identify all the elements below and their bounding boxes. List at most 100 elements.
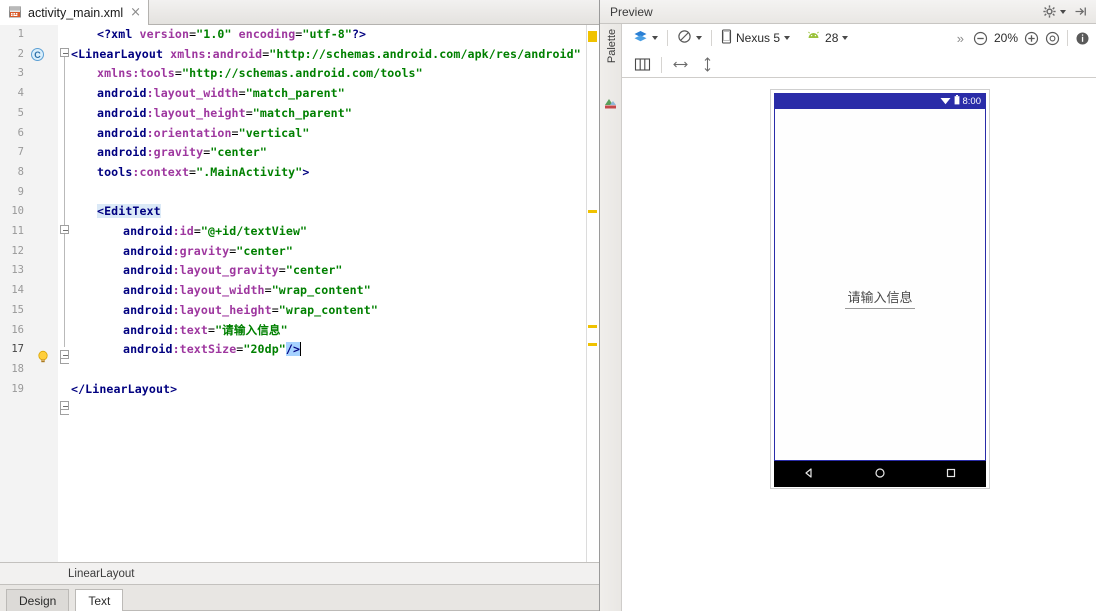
- val-android-namespace: "http://schemas.android.com/apk/res/andr…: [269, 46, 581, 61]
- val-mainactivity: ".MainActivity": [196, 164, 303, 179]
- nav-back-icon[interactable]: [802, 466, 816, 483]
- breadcrumb[interactable]: LinearLayout: [0, 562, 599, 584]
- file-tab-activity-main-xml[interactable]: activity_main.xml ×: [0, 0, 150, 26]
- attr-xmlns-android: xmlns:android: [170, 46, 263, 61]
- api-level-selector[interactable]: 28: [801, 27, 853, 49]
- ns-android: android: [97, 86, 147, 101]
- code-line-3: xmlns:tools="http://schemas.android.com/…: [97, 64, 599, 84]
- editor-annotation-gutter[interactable]: C: [28, 25, 58, 562]
- xml-decl-open: <?xml: [97, 27, 133, 41]
- fold-marker-linearlayout[interactable]: [60, 48, 69, 57]
- line-number: 13: [11, 264, 24, 277]
- attr-layout-height: :layout_height: [146, 105, 246, 120]
- code-line-8: tools:context=".MainActivity">: [97, 163, 599, 183]
- line-number: 4: [17, 87, 24, 100]
- fold-marker-linearlayout-end[interactable]: [60, 401, 69, 410]
- line-number: 15: [11, 303, 24, 316]
- height-button[interactable]: [695, 54, 720, 76]
- fold-region-line: [64, 57, 65, 347]
- device-nav-bar: [774, 461, 986, 487]
- tag-edittext: <EditText: [97, 204, 161, 219]
- mode-tabs-filler: [123, 589, 599, 611]
- code-line-12: android:gravity="center": [123, 242, 599, 262]
- code-line-5: android:layout_height="match_parent": [97, 104, 599, 124]
- code-line-7: android:gravity="center": [97, 143, 599, 163]
- intention-bulb-icon[interactable]: [36, 350, 50, 364]
- battery-icon: [954, 94, 960, 108]
- chevron-down-icon: [842, 36, 849, 40]
- marker-warning[interactable]: [588, 325, 597, 328]
- ns-android: android: [123, 224, 173, 238]
- val-center: "center": [285, 263, 343, 278]
- nav-home-icon[interactable]: [873, 466, 887, 483]
- attr-gravity: :gravity: [146, 145, 204, 160]
- layers-button[interactable]: [628, 27, 663, 49]
- val-tools-namespace: "http://schemas.android.com/tools": [181, 66, 423, 81]
- device-selector[interactable]: Nexus 5: [716, 27, 795, 49]
- orientation-button[interactable]: [672, 27, 707, 49]
- marker-warning[interactable]: [588, 343, 597, 346]
- eq: =: [245, 105, 253, 120]
- attr-text: :text: [172, 322, 208, 337]
- grid-icon: [634, 58, 651, 71]
- line-number: 10: [11, 205, 24, 218]
- marker-warning[interactable]: [588, 210, 597, 213]
- editor-marker-bar[interactable]: [586, 25, 599, 562]
- fold-end-edittext: [60, 359, 69, 364]
- tab-text-label: Text: [88, 593, 111, 608]
- class-marker-icon[interactable]: C: [31, 48, 44, 61]
- preview-canvas[interactable]: 8:00 请输入信息: [622, 78, 1096, 611]
- line-number: 2: [17, 47, 24, 60]
- tab-text[interactable]: Text: [75, 589, 124, 611]
- toolbar-overflow-icon[interactable]: »: [957, 31, 970, 46]
- attr-encoding: encoding: [238, 27, 296, 41]
- fold-end-linearlayout: [60, 410, 69, 415]
- info-button[interactable]: [1072, 27, 1096, 49]
- zoom-fit-button[interactable]: [1042, 27, 1063, 49]
- line-number: 5: [17, 106, 24, 119]
- marker-warning[interactable]: [588, 31, 597, 42]
- code-fold-gutter[interactable]: [58, 25, 71, 562]
- chevron-down-icon[interactable]: [1060, 9, 1066, 14]
- collapse-icon[interactable]: [1070, 3, 1090, 21]
- palette-rail[interactable]: Palette: [600, 24, 622, 611]
- device-name-label: Nexus 5: [736, 31, 781, 45]
- fold-marker-edittext-end[interactable]: [60, 350, 69, 359]
- gear-icon[interactable]: [1039, 3, 1059, 21]
- close-icon[interactable]: ×: [130, 6, 141, 19]
- device-screen[interactable]: 请输入信息: [774, 109, 986, 461]
- preview-title-bar: Preview: [600, 0, 1096, 24]
- tab-design[interactable]: Design: [6, 589, 70, 611]
- fold-marker-edittext[interactable]: [60, 225, 69, 234]
- line-number: 18: [11, 362, 24, 375]
- edittext-widget[interactable]: 请输入信息: [775, 291, 985, 309]
- line-number: 7: [17, 146, 24, 159]
- chevron-down-icon: [696, 36, 702, 40]
- preview-body: Palette Nexus 5 28 » 20% 8:00 请输入信息: [600, 24, 1096, 611]
- val-version: "1.0": [196, 27, 232, 41]
- eq: =: [231, 125, 239, 140]
- attr-layout-gravity: :layout_gravity: [172, 263, 279, 278]
- breadcrumb-label: LinearLayout: [68, 567, 135, 580]
- attr-version: version: [139, 27, 190, 41]
- tag-linearlayout-open: <LinearLayout: [71, 46, 164, 61]
- line-number: 9: [17, 185, 24, 198]
- xml-file-icon: [8, 5, 23, 20]
- code-text-area[interactable]: <?xml version="1.0" encoding="utf-8"?> <…: [71, 25, 599, 562]
- eq: =: [278, 263, 286, 278]
- edittext-value: 请输入信息: [845, 291, 915, 309]
- nav-recents-icon[interactable]: [944, 466, 958, 483]
- grid-button[interactable]: [628, 54, 657, 76]
- android-studio-window: activity_main.xml × 1 2 3 4 5 6 7 8 9 10: [0, 0, 1096, 611]
- code-line-10: <EditText: [97, 202, 599, 222]
- code-editor[interactable]: 1 2 3 4 5 6 7 8 9 10 11 12 13 14 15 16 1…: [0, 25, 599, 562]
- code-line-16: android:text="请输入信息": [123, 321, 599, 341]
- tab-design-label: Design: [19, 593, 57, 608]
- zoom-out-button[interactable]: [970, 27, 991, 49]
- width-button[interactable]: [666, 54, 695, 76]
- zoom-in-button[interactable]: [1021, 27, 1042, 49]
- code-line-15: android:layout_height="wrap_content": [123, 301, 599, 321]
- eq: =: [271, 302, 279, 317]
